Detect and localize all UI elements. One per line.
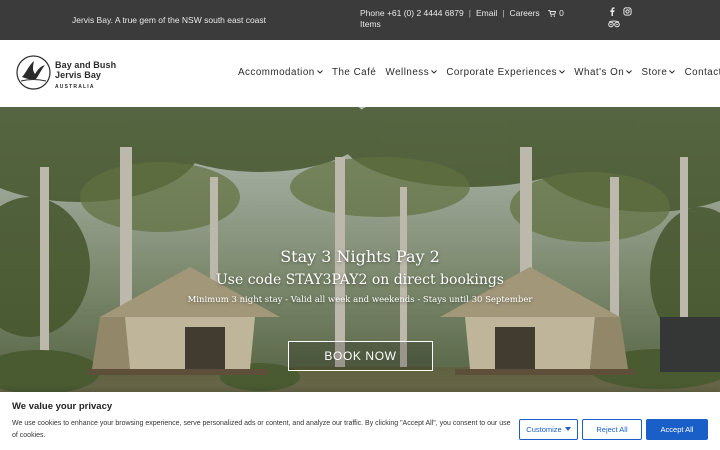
nav-item-whats-on[interactable]: What's On xyxy=(574,67,633,78)
site-header: Bay and Bush Jervis Bay AUSTRALIA Accomm… xyxy=(0,40,720,107)
nav-item-wellness[interactable]: Wellness xyxy=(386,67,438,78)
email-link[interactable]: Email xyxy=(476,8,497,18)
caret-down-icon xyxy=(564,427,571,431)
separator: | xyxy=(468,8,471,18)
main-nav: Accommodation The Café Wellness Corporat… xyxy=(238,67,720,78)
contact-links: Phone +61 (0) 2 4444 6879 | Email | Careers … xyxy=(360,8,580,30)
tagline: Jervis Bay. A true gem of the NSW south … xyxy=(72,15,267,25)
phone-link[interactable]: Phone +61 (0) 2 4444 6879 xyxy=(360,8,464,18)
nav-label: Contact Us xyxy=(684,67,720,78)
top-bar: Jervis Bay. A true gem of the NSW south … xyxy=(0,0,720,40)
cookie-title: We value your privacy xyxy=(12,401,113,412)
chevron-down-icon xyxy=(431,70,437,74)
chevron-down-icon xyxy=(559,70,565,74)
nav-label: Wellness xyxy=(385,67,430,78)
facebook-icon[interactable] xyxy=(608,7,617,16)
accept-all-button[interactable]: Accept All xyxy=(646,419,708,440)
careers-link[interactable]: Careers xyxy=(509,8,539,18)
hero-title: Stay 3 Nights Pay 2 xyxy=(280,247,440,266)
nav-label: What's On xyxy=(574,67,625,78)
nav-item-contact-us[interactable]: Contact Us xyxy=(685,67,720,78)
hero-note: Minimum 3 night stay - Valid all week an… xyxy=(187,295,533,305)
tripadvisor-icon[interactable] xyxy=(608,20,620,28)
chevron-down-icon xyxy=(626,70,633,74)
cart-items-label: Items xyxy=(360,19,381,29)
cart-count: 0 xyxy=(559,8,564,18)
nav-label: Accommodation xyxy=(238,67,315,78)
cart-icon xyxy=(548,10,557,17)
book-now-button[interactable]: BOOK NOW xyxy=(288,341,433,371)
logo-text[interactable]: Bay and Bush Jervis Bay AUSTRALIA xyxy=(55,60,116,90)
separator: | xyxy=(502,8,505,18)
cookie-text: We use cookies to enhance your browsing … xyxy=(12,420,511,439)
logo-bird-icon[interactable] xyxy=(16,55,51,90)
customize-button[interactable]: Customize xyxy=(519,419,578,440)
customize-label: Customize xyxy=(526,425,562,434)
instagram-icon[interactable] xyxy=(623,7,632,16)
hero-subtitle: Use code STAY3PAY2 on direct bookings xyxy=(216,272,504,288)
chevron-down-icon xyxy=(316,70,323,74)
logo-line-2: Jervis Bay xyxy=(55,70,102,80)
nav-item-accommodation[interactable]: Accommodation xyxy=(238,67,323,78)
cookie-banner: We value your privacy We use cookies to … xyxy=(0,392,720,450)
logo-line-1: Bay and Bush xyxy=(55,60,117,70)
nav-label: Corporate Experiences xyxy=(446,67,558,78)
nav-item-the-cafe[interactable]: The Café xyxy=(332,67,376,78)
nav-item-corporate-experiences[interactable]: Corporate Experiences xyxy=(446,67,565,78)
chevron-down-icon xyxy=(669,70,676,74)
reject-all-button[interactable]: Reject All xyxy=(582,419,642,440)
logo-line-3: AUSTRALIA xyxy=(55,84,95,90)
nav-label: The Café xyxy=(331,67,377,78)
nav-label: Store xyxy=(641,67,668,78)
nav-item-store[interactable]: Store xyxy=(641,67,676,78)
social-links xyxy=(608,7,638,28)
